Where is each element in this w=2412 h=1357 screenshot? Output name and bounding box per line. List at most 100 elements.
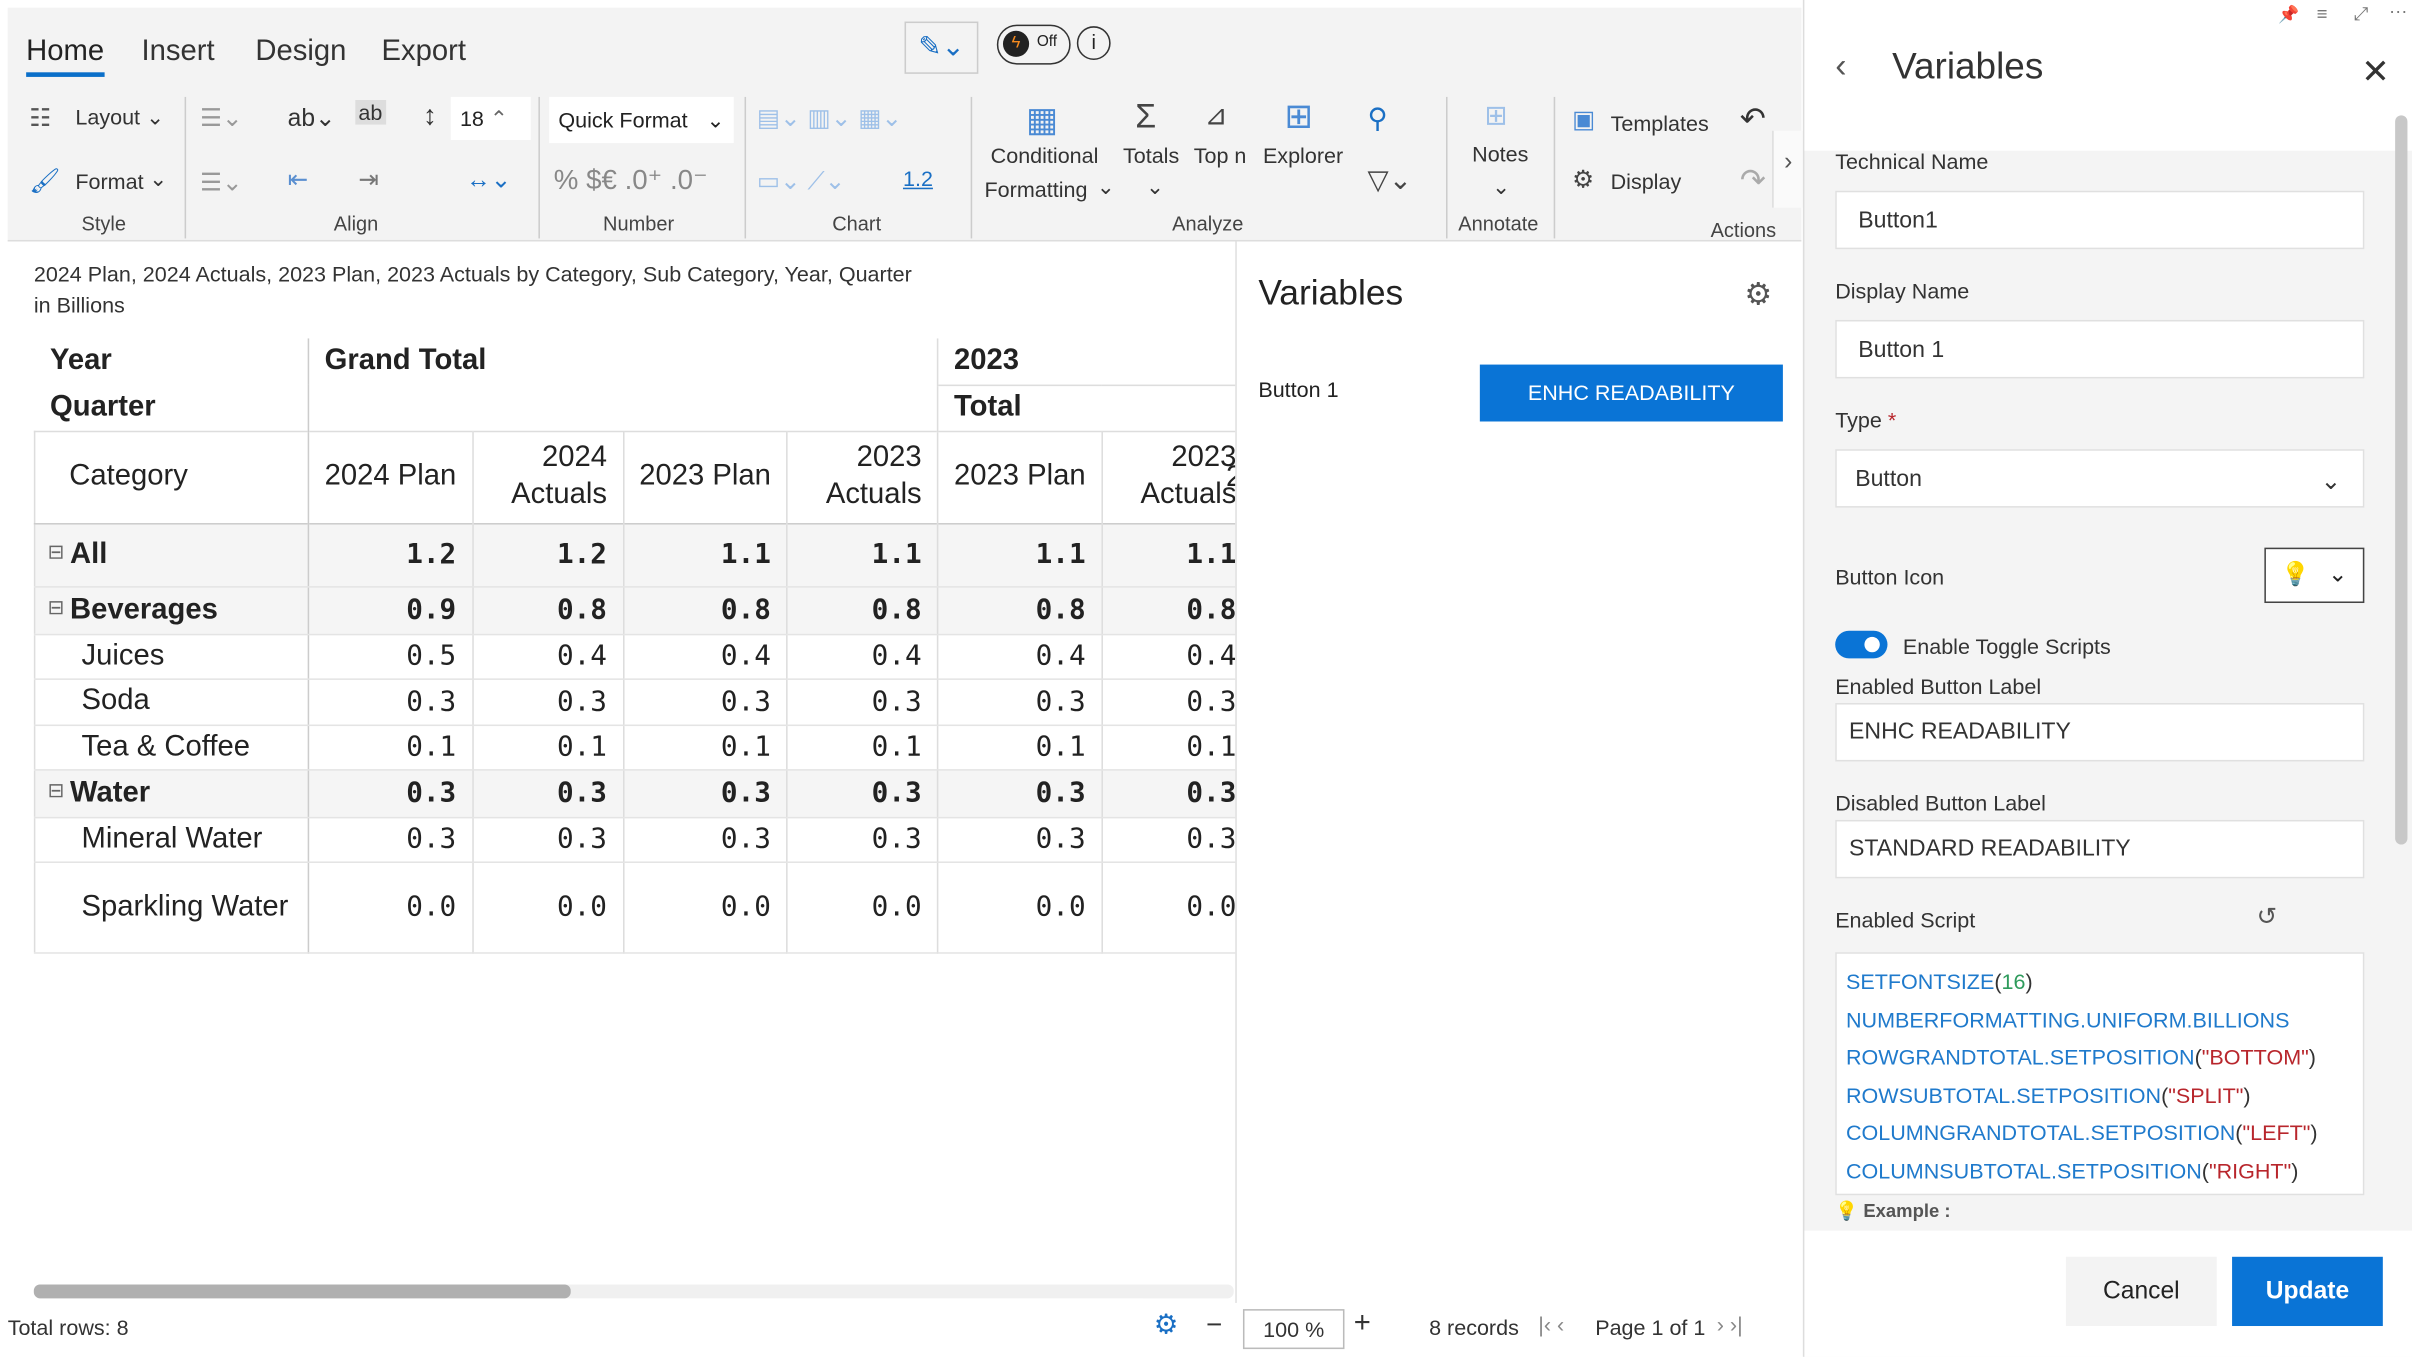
horizontal-scrollbar[interactable] bbox=[33, 1284, 1234, 1299]
category-header: Category bbox=[34, 430, 310, 524]
vertical-align-icon[interactable]: ☰⌄ bbox=[200, 168, 243, 199]
auto-toggle[interactable]: ϟ Off bbox=[996, 24, 1071, 65]
templates-button[interactable]: Templates bbox=[1611, 111, 1709, 136]
enhc-readability-button[interactable]: ENHC READABILITY bbox=[1479, 364, 1783, 422]
collapse-icon[interactable]: ⊟ bbox=[48, 539, 70, 562]
font-size-input[interactable]: 18 ⌃ bbox=[450, 96, 531, 140]
first-page-icon[interactable]: |‹ ‹ bbox=[1538, 1312, 1564, 1337]
cancel-button[interactable]: Cancel bbox=[2065, 1256, 2217, 1327]
ribbon: Home Insert Design Export ✎⌄ ϟ Off i ☷ La… bbox=[7, 7, 1803, 242]
collapse-icon[interactable]: ⊟ bbox=[48, 778, 70, 801]
disabled-label-input[interactable]: STANDARD READABILITY bbox=[1835, 819, 2365, 879]
collapse-icon[interactable]: ⊟ bbox=[48, 595, 70, 618]
status-bar: Total rows: 8 ⚙ − 100 % + 8 records |‹ ‹… bbox=[0, 1304, 1801, 1356]
script-line: SETFONTSIZE(16) bbox=[1846, 963, 2354, 1001]
data-label-icon[interactable]: 1.2 bbox=[903, 166, 933, 191]
reset-icon[interactable]: ↺ bbox=[2257, 901, 2278, 932]
scrollbar-thumb[interactable] bbox=[33, 1284, 571, 1299]
table-cell: 0.1 bbox=[787, 724, 939, 770]
script-token: ROWSUBTOTAL.SETPOSITION bbox=[1845, 1082, 2162, 1108]
gear-icon[interactable]: ⚙ bbox=[1744, 275, 1772, 313]
ribbon-scroll-right-icon[interactable]: › bbox=[1772, 130, 1803, 208]
table-cell: 1.1 bbox=[623, 523, 788, 587]
search-icon[interactable]: ⚲ bbox=[1368, 103, 1388, 135]
group-style: Style bbox=[81, 212, 126, 236]
row-label: All bbox=[70, 537, 108, 570]
quick-format-dropdown[interactable]: Quick Format ⌄ bbox=[549, 96, 734, 144]
back-icon[interactable]: ‹ bbox=[1835, 46, 1846, 86]
table-cell: 0.1 bbox=[623, 724, 788, 770]
update-button[interactable]: Update bbox=[2232, 1256, 2383, 1327]
column-header[interactable]: 2024 Plan bbox=[308, 430, 474, 524]
enable-toggle-scripts-switch[interactable] bbox=[1835, 630, 1888, 659]
table-cell: 0.4 bbox=[623, 633, 788, 680]
zoom-in-button[interactable]: + bbox=[1354, 1308, 1371, 1342]
table-cell: 0.3 bbox=[308, 769, 474, 818]
pin-icon[interactable]: 📌 bbox=[2278, 5, 2299, 24]
filter-icon[interactable]: ≡ bbox=[2317, 3, 2328, 25]
enabled-script-editor[interactable]: SETFONTSIZE(16) NUMBERFORMATTING.UNIFORM.… bbox=[1835, 952, 2365, 1196]
row-label: Sparkling Water bbox=[81, 889, 289, 923]
conditional-formatting-button[interactable]: Conditional bbox=[991, 143, 1099, 168]
zoom-input[interactable]: 100 % bbox=[1242, 1309, 1345, 1350]
indent-icon[interactable]: ⇥ bbox=[358, 165, 379, 196]
notes-button[interactable]: Notes bbox=[1472, 142, 1528, 167]
table-cell: 0.4 bbox=[472, 633, 624, 680]
table-cell: 0.4 bbox=[937, 633, 1103, 680]
column-width-icon[interactable]: ↔⌄ bbox=[466, 165, 511, 196]
page-indicator: Page 1 of 1 bbox=[1595, 1315, 1706, 1340]
conditional-formatting-label: Formatting bbox=[984, 176, 1088, 202]
type-dropdown[interactable]: Button ⌄ bbox=[1835, 449, 2365, 508]
number-format-icons[interactable]: % $€ .0⁺ .0⁻ bbox=[554, 165, 708, 197]
script-token: ) bbox=[2243, 1082, 2251, 1108]
align-icon[interactable]: ☰⌄ bbox=[200, 103, 243, 134]
table-cell: 1.1 bbox=[1101, 523, 1254, 587]
table-cell: 0.3 bbox=[937, 816, 1103, 863]
explorer-button[interactable]: Explorer bbox=[1263, 143, 1343, 168]
tab-export[interactable]: Export bbox=[381, 35, 465, 69]
text-overflow-icon[interactable]: ab bbox=[355, 99, 386, 125]
undo-icon[interactable]: ↶ bbox=[1740, 100, 1766, 138]
tab-insert[interactable]: Insert bbox=[142, 35, 215, 69]
tab-home[interactable]: Home bbox=[26, 35, 105, 77]
quarter-header: Quarter bbox=[34, 384, 310, 431]
enabled-label-input[interactable]: ENHC READABILITY bbox=[1835, 703, 2365, 762]
row-label: Beverages bbox=[70, 593, 218, 626]
layout-button[interactable]: Layout bbox=[75, 105, 140, 130]
info-icon[interactable]: i bbox=[1076, 26, 1111, 60]
table-row: ⊟ Water 0.3 0.3 0.3 0.3 0.3 0.3 bbox=[34, 769, 1254, 818]
top-n-button[interactable]: Top n bbox=[1194, 143, 1247, 168]
display-name-input[interactable]: Button 1 bbox=[1835, 319, 2365, 379]
lightbulb-icon: 💡 bbox=[1835, 1199, 1859, 1222]
filter-icon[interactable]: ▽⌄ bbox=[1368, 165, 1413, 197]
records-count: 8 records bbox=[1429, 1315, 1519, 1340]
zoom-out-button[interactable]: − bbox=[1206, 1309, 1222, 1341]
settings-gear-icon[interactable]: ⚙ bbox=[1154, 1309, 1179, 1341]
table-cell: 0.0 bbox=[472, 861, 624, 953]
column-header[interactable]: 2023 Actuals bbox=[787, 430, 939, 524]
edit-mode-icon[interactable]: ✎⌄ bbox=[904, 21, 979, 74]
tab-design[interactable]: Design bbox=[255, 35, 346, 69]
totals-button[interactable]: Totals bbox=[1123, 143, 1179, 168]
close-icon[interactable]: ✕ bbox=[2361, 52, 2389, 92]
row-label: Juices bbox=[81, 639, 165, 672]
wrap-text-icon[interactable]: ab⌄ bbox=[288, 103, 336, 134]
table-cell: 0.9 bbox=[308, 586, 474, 635]
format-button[interactable]: Format bbox=[75, 169, 143, 194]
technical-name-input[interactable]: Button1 bbox=[1835, 190, 2365, 250]
column-header[interactable]: 2023 Plan bbox=[937, 430, 1103, 524]
button-icon-dropdown[interactable]: 💡 ⌄ bbox=[2264, 547, 2365, 604]
column-header[interactable]: 2024 Actuals bbox=[472, 430, 624, 524]
last-page-icon[interactable]: › ›| bbox=[1717, 1312, 1743, 1337]
chart-type-icon[interactable]: ▭⌄ ⟋⌄ bbox=[757, 166, 846, 197]
variables-panel-title: Variables bbox=[1258, 272, 1404, 313]
display-button[interactable]: Display bbox=[1611, 169, 1682, 194]
redo-icon[interactable]: ↷ bbox=[1740, 162, 1766, 200]
expand-icon[interactable]: ⤢ bbox=[2354, 3, 2369, 26]
table-cell: 1.1 bbox=[787, 523, 939, 587]
side-scrollbar[interactable] bbox=[2395, 115, 2408, 845]
more-icon[interactable]: ··· bbox=[2389, 0, 2407, 22]
column-header[interactable]: 2023 Plan bbox=[623, 430, 788, 524]
outdent-icon[interactable]: ⇤ bbox=[288, 165, 309, 196]
chart-layout-icon[interactable]: ▤⌄ ▥⌄ ▦⌄ bbox=[757, 103, 902, 134]
